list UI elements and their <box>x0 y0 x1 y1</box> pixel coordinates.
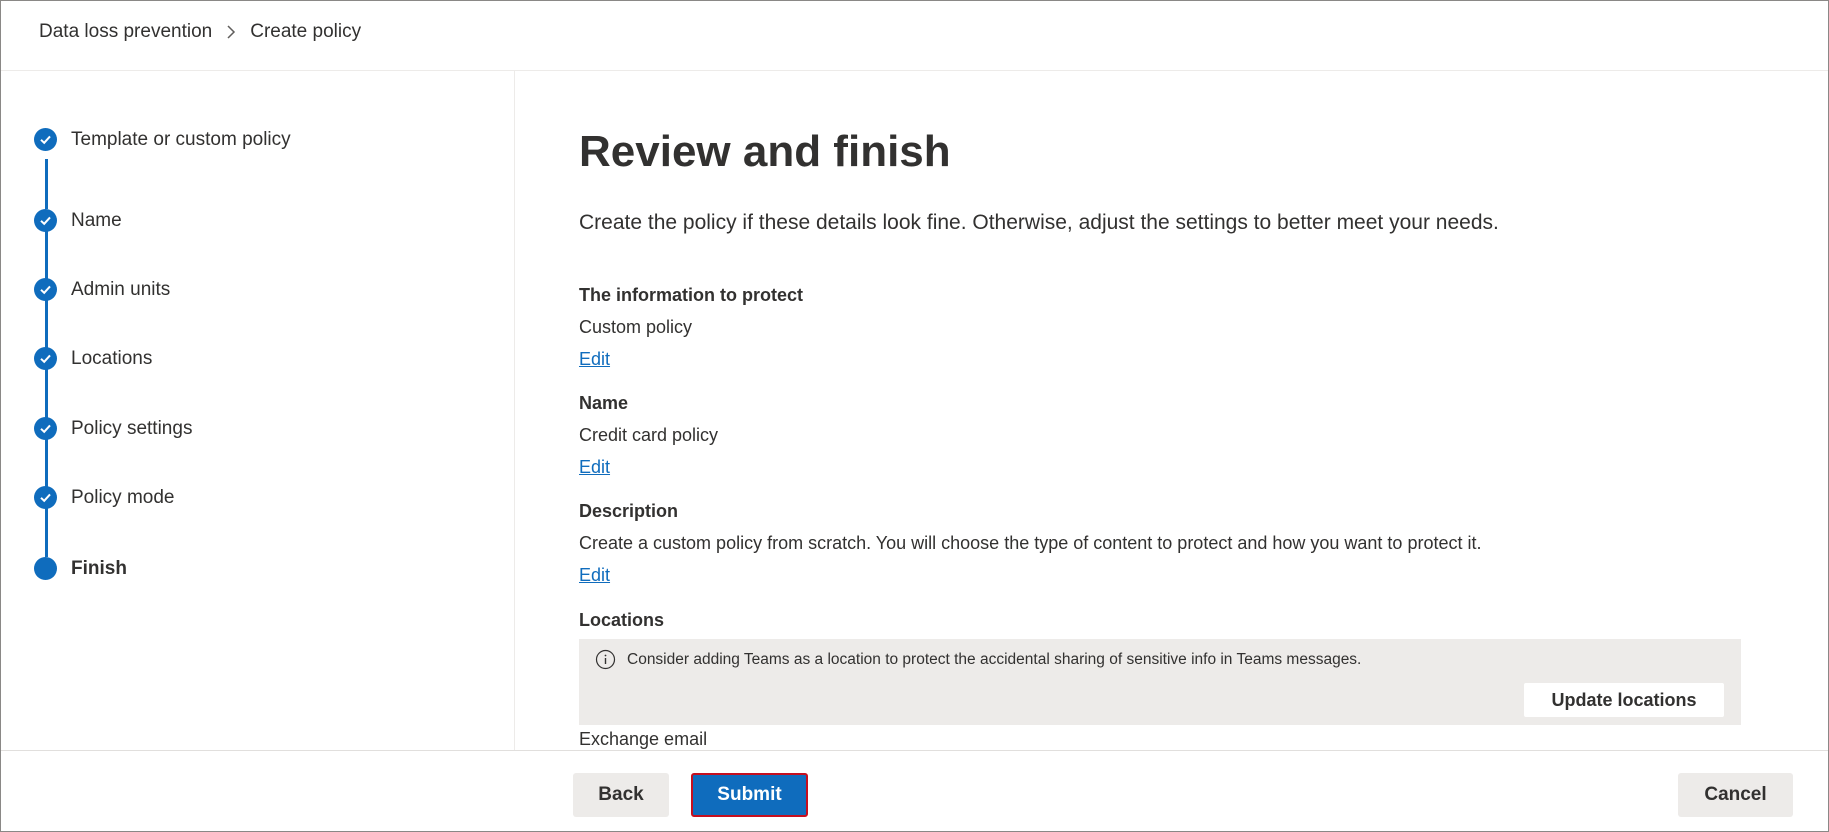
edit-name-link[interactable]: Edit <box>579 457 610 478</box>
checkmark-icon <box>34 486 57 509</box>
wizard-step-label: Name <box>71 209 122 231</box>
wizard-step-label: Admin units <box>71 278 171 300</box>
step-connector <box>45 159 48 209</box>
step-connector <box>45 506 48 557</box>
wizard-step-locations[interactable]: Locations <box>34 347 152 370</box>
breadcrumb: Data loss prevention Create policy <box>39 21 361 43</box>
breadcrumb-item-data-loss-prevention[interactable]: Data loss prevention <box>39 21 212 43</box>
wizard-step-label: Locations <box>71 347 153 369</box>
checkmark-icon <box>34 128 57 151</box>
page-title: Review and finish <box>579 127 951 176</box>
filled-circle-icon <box>34 557 57 580</box>
back-button[interactable]: Back <box>573 773 669 817</box>
chevron-right-icon <box>226 25 236 39</box>
section-value-information: Custom policy <box>579 317 693 337</box>
wizard-step-admin-units[interactable]: Admin units <box>34 278 170 301</box>
wizard-step-template[interactable]: Template or custom policy <box>34 128 291 151</box>
wizard-step-name[interactable]: Name <box>34 209 122 232</box>
info-message-text: Consider adding Teams as a location to p… <box>627 651 1362 668</box>
checkmark-icon <box>34 209 57 232</box>
main-content: Review and finish Create the policy if t… <box>579 71 1759 750</box>
wizard-step-policy-settings[interactable]: Policy settings <box>34 417 192 440</box>
wizard-step-label: Policy settings <box>71 417 193 439</box>
section-value-description: Create a custom policy from scratch. You… <box>579 533 1482 553</box>
update-locations-button[interactable]: Update locations <box>1524 683 1724 717</box>
info-icon <box>595 649 616 670</box>
section-value-name: Credit card policy <box>579 425 719 445</box>
page-intro: Create the policy if these details look … <box>579 211 1499 234</box>
checkmark-icon <box>34 278 57 301</box>
step-connector <box>45 367 48 418</box>
breadcrumb-item-create-policy: Create policy <box>250 21 362 42</box>
section-heading-name: Name <box>579 393 629 413</box>
wizard-step-finish[interactable]: Finish <box>34 557 127 580</box>
section-heading-information: The information to protect <box>579 285 803 305</box>
location-exchange-email: Exchange email <box>579 729 708 749</box>
section-heading-locations: Locations <box>579 610 665 630</box>
step-connector <box>45 298 48 348</box>
wizard-step-policy-mode[interactable]: Policy mode <box>34 486 175 509</box>
wizard-step-label: Policy mode <box>71 486 175 508</box>
info-message-bar: Consider adding Teams as a location to p… <box>579 639 1741 725</box>
wizard-steps-nav: Template or custom policy Name Admin uni… <box>1 71 515 750</box>
wizard-footer: Back Submit Cancel <box>1 750 1828 831</box>
checkmark-icon <box>34 347 57 370</box>
checkmark-icon <box>34 417 57 440</box>
wizard-step-label: Template or custom policy <box>71 128 291 150</box>
step-connector <box>45 229 48 279</box>
edit-information-link[interactable]: Edit <box>579 349 610 370</box>
cancel-button[interactable]: Cancel <box>1678 773 1793 817</box>
page-header: Data loss prevention Create policy <box>1 1 1828 71</box>
step-connector <box>45 437 48 487</box>
submit-button[interactable]: Submit <box>691 773 808 817</box>
edit-description-link[interactable]: Edit <box>579 565 610 586</box>
section-heading-description: Description <box>579 501 679 521</box>
wizard-step-label: Finish <box>71 557 127 579</box>
